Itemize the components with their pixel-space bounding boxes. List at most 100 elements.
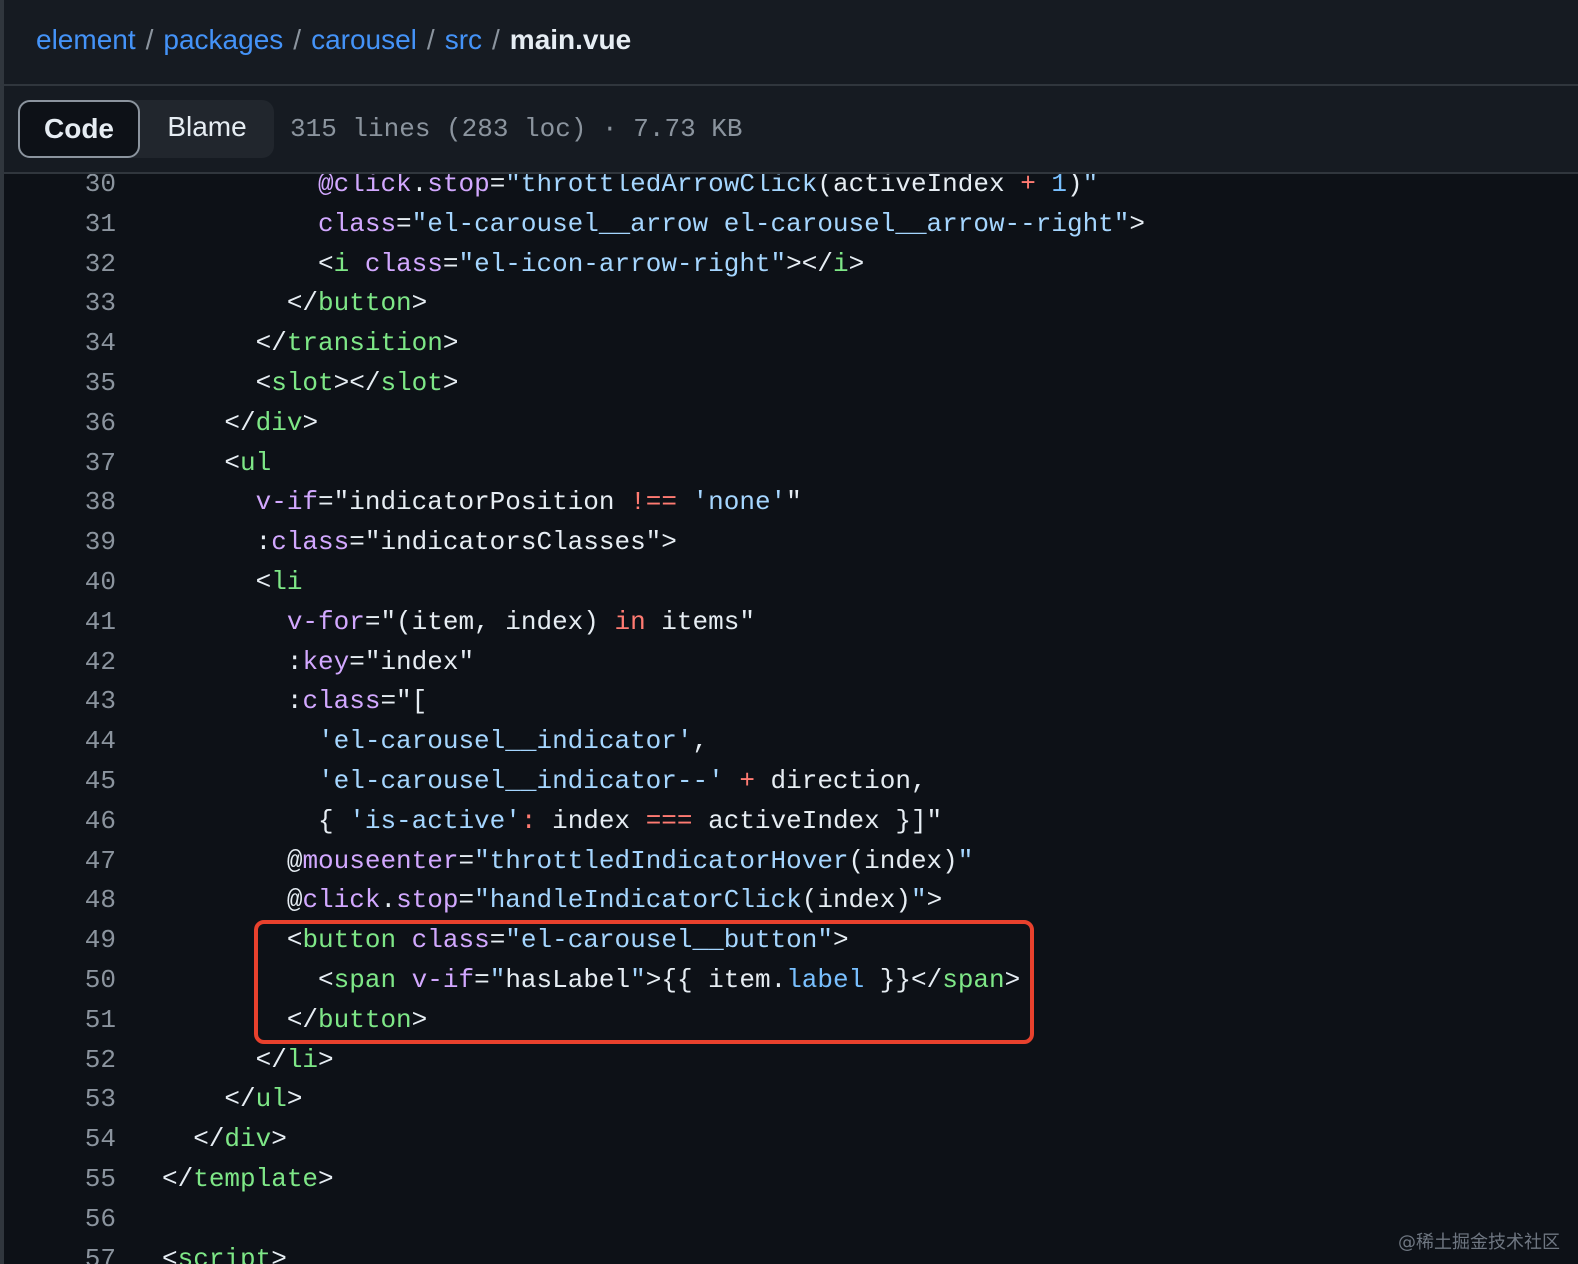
code-token: >	[848, 248, 865, 279]
code-token: >	[318, 1044, 334, 1075]
code-token: +	[739, 766, 755, 796]
line-number[interactable]: 44	[4, 721, 116, 761]
code-token: activeIndex }]"	[692, 805, 943, 836]
line-code: </button>	[162, 283, 427, 323]
code-view[interactable]: 30 @click.stop="throttledArrowClick(acti…	[4, 174, 1578, 1264]
code-token: >	[286, 1084, 303, 1115]
line-number[interactable]: 51	[4, 1000, 116, 1040]
code-token: "	[957, 845, 974, 876]
line-code: 'el-carousel__indicator--' + direction,	[162, 761, 927, 801]
line-number[interactable]: 47	[4, 841, 116, 881]
line-number[interactable]: 40	[4, 562, 116, 602]
code-token: >	[411, 288, 428, 319]
code-token: <	[162, 447, 241, 478]
code-token: key	[302, 646, 350, 677]
code-token: in	[614, 606, 646, 637]
line-code: class="el-carousel__arrow el-carousel__a…	[162, 204, 1145, 244]
line-number[interactable]: 46	[4, 801, 116, 841]
line-number[interactable]: 50	[4, 960, 116, 1000]
code-token: <	[162, 965, 334, 995]
line-number[interactable]: 54	[4, 1119, 116, 1159]
code-token: class	[411, 925, 490, 956]
line-number[interactable]: 41	[4, 602, 116, 642]
line-number[interactable]: 33	[4, 283, 116, 323]
code-line: 48 @click.stop="handleIndicatorClick(ind…	[4, 880, 1578, 920]
code-token: "	[910, 885, 927, 916]
line-number[interactable]: 57	[4, 1239, 116, 1264]
line-number[interactable]: 39	[4, 522, 116, 562]
line-number[interactable]: 37	[4, 443, 116, 483]
code-token: v-if	[255, 487, 319, 518]
line-number[interactable]: 49	[4, 920, 116, 960]
code-token: class	[318, 208, 397, 239]
code-token: template	[193, 1164, 319, 1194]
line-number[interactable]: 43	[4, 681, 116, 721]
code-token: >	[442, 328, 459, 359]
code-token: class	[302, 686, 381, 717]
line-number[interactable]: 56	[4, 1199, 116, 1239]
code-line: 46 { 'is-active': index === activeIndex …	[4, 801, 1578, 841]
code-token: "throttledArrowClick	[505, 174, 818, 199]
code-token: v-for	[286, 606, 365, 637]
code-token: =	[442, 248, 459, 279]
code-token: 'el-carousel__indicator'	[318, 726, 693, 757]
breadcrumb-link-carousel[interactable]: carousel	[311, 24, 417, 55]
code-token: ="[	[380, 686, 428, 717]
code-token: </	[162, 407, 256, 438]
code-token: script	[177, 1243, 272, 1264]
line-number[interactable]: 48	[4, 880, 116, 920]
code-token: ="(item, index)	[364, 606, 615, 637]
breadcrumb-link-src[interactable]: src	[445, 24, 482, 55]
line-number[interactable]: 34	[4, 323, 116, 363]
code-line: 40 <li	[4, 562, 1578, 602]
line-number[interactable]: 30	[4, 174, 116, 204]
code-token: >	[442, 368, 459, 398]
breadcrumb-bar: element / packages / carousel / src / main.vue	[4, 0, 1578, 86]
code-token: ul	[240, 447, 272, 478]
line-code: <ul	[162, 443, 271, 483]
line-number[interactable]: 55	[4, 1159, 116, 1199]
code-token: </	[162, 328, 287, 359]
code-token: "handleIndicatorClick	[474, 885, 802, 916]
line-number[interactable]: 38	[4, 482, 116, 522]
breadcrumb-link-element[interactable]: element	[36, 24, 136, 55]
code-token: ></	[786, 248, 833, 279]
code-line: 44 'el-carousel__indicator',	[4, 721, 1578, 761]
code-token: ></	[333, 368, 381, 398]
line-number[interactable]: 31	[4, 204, 116, 244]
code-token: >	[302, 407, 319, 438]
line-number[interactable]: 53	[4, 1079, 116, 1119]
line-number[interactable]: 52	[4, 1040, 116, 1080]
code-token: =	[489, 925, 506, 956]
code-line: 36 </div>	[4, 403, 1578, 443]
code-token: =	[474, 965, 490, 995]
code-token: transition	[286, 328, 443, 359]
code-token: span	[333, 965, 397, 995]
breadcrumb-link-packages[interactable]: packages	[163, 24, 283, 55]
code-token: =	[396, 208, 412, 239]
line-number[interactable]: 45	[4, 761, 116, 801]
code-token: @click	[318, 174, 412, 199]
code-token: {	[162, 805, 350, 836]
code-token: >	[926, 885, 943, 916]
line-code: @click.stop="handleIndicatorClick(index)…	[162, 880, 942, 920]
code-tab-button[interactable]: Code	[18, 100, 140, 158]
line-code: <li	[162, 562, 303, 602]
line-number[interactable]: 36	[4, 403, 116, 443]
file-info: 315 lines (283 loc) · 7.73 KB	[290, 114, 743, 144]
blame-tab-button[interactable]: Blame	[140, 100, 274, 158]
line-number[interactable]: 32	[4, 244, 116, 284]
line-number[interactable]: 35	[4, 363, 116, 403]
code-token: !==	[630, 487, 677, 518]
code-line: 31 class="el-carousel__arrow el-carousel…	[4, 204, 1578, 244]
breadcrumb-separator: /	[492, 24, 500, 55]
code-line: 35 <slot></slot>	[4, 363, 1578, 403]
code-token: button	[318, 288, 412, 319]
line-number[interactable]: 42	[4, 642, 116, 682]
code-token: stop	[427, 174, 490, 199]
code-token: div	[224, 1124, 272, 1155]
line-code: <i class="el-icon-arrow-right"></i>	[162, 244, 864, 284]
